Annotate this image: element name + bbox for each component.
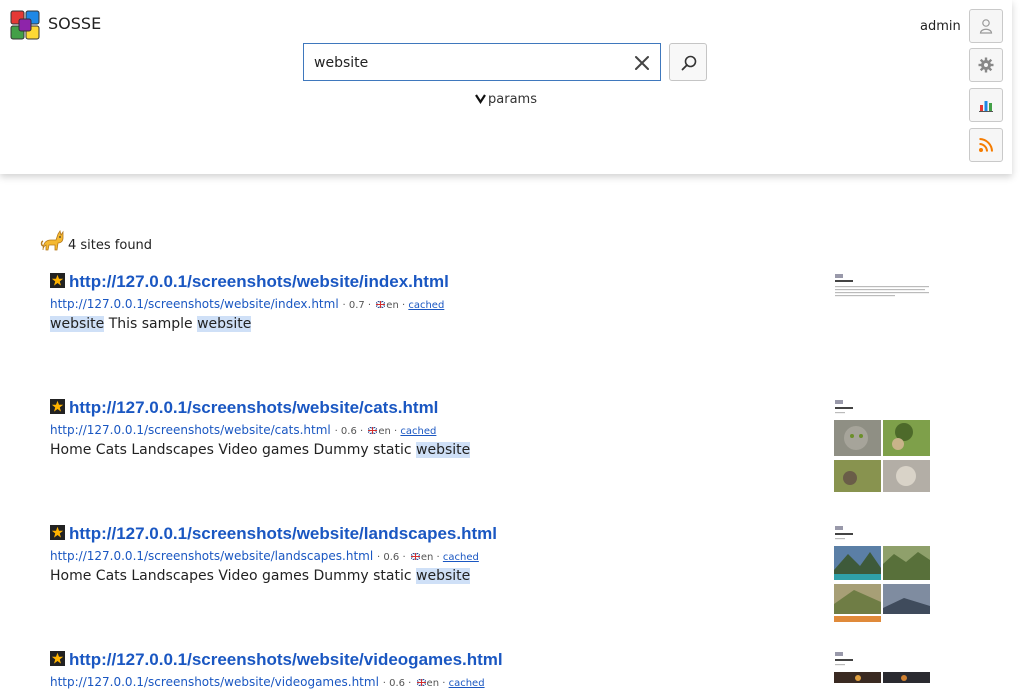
cats-page-thumbnail — [834, 398, 930, 494]
cached-link[interactable]: cached — [408, 300, 444, 311]
cached-link[interactable]: cached — [400, 426, 436, 437]
cached-link[interactable]: cached — [443, 552, 479, 563]
rss-icon — [979, 138, 993, 152]
page-thumbnail — [834, 272, 930, 310]
result-snippet: Home Cats Landscapes Video games Dummy s… — [50, 442, 950, 458]
results-summary: 4 sites found — [40, 228, 152, 253]
result-meta: http://127.0.0.1/screenshots/website/cat… — [50, 423, 437, 437]
result-meta: http://127.0.0.1/screenshots/website/vid… — [50, 675, 485, 689]
result-meta: http://127.0.0.1/screenshots/website/ind… — [50, 297, 445, 311]
result-url-link[interactable]: http://127.0.0.1/screenshots/website/ind… — [50, 297, 339, 311]
snippet-highlight: website — [416, 568, 471, 584]
sosse-logo-icon[interactable] — [8, 8, 42, 42]
result-screenshot-thumbnail[interactable] — [834, 524, 930, 622]
result-score: 0.6 — [383, 552, 400, 563]
uk-flag-icon — [376, 301, 386, 308]
user-name: admin — [920, 19, 961, 34]
user-icon — [979, 19, 993, 34]
stats-button[interactable] — [969, 88, 1003, 122]
result-screenshot-thumbnail[interactable] — [834, 650, 930, 683]
clear-search-button[interactable] — [632, 53, 652, 73]
result-title-link[interactable]: http://127.0.0.1/screenshots/website/lan… — [69, 524, 497, 543]
snippet-text: This sample — [104, 316, 198, 332]
snippet-highlight: website — [197, 316, 252, 332]
result-item: http://127.0.0.1/screenshots/website/lan… — [50, 524, 950, 584]
result-lang: en — [378, 426, 391, 437]
result-url-link[interactable]: http://127.0.0.1/screenshots/website/cat… — [50, 423, 331, 437]
result-title-link[interactable]: http://127.0.0.1/screenshots/website/vid… — [69, 650, 503, 669]
result-score: 0.7 — [348, 300, 365, 311]
cached-link[interactable]: cached — [449, 678, 485, 689]
uk-flag-icon — [368, 427, 378, 434]
snippet-text: Home Cats Landscapes Video games Dummy s… — [50, 442, 417, 458]
params-toggle[interactable]: params — [475, 92, 537, 107]
result-item: http://127.0.0.1/screenshots/website/ind… — [50, 272, 950, 332]
result-score: 0.6 — [389, 678, 405, 689]
snippet-text: Home Cats Landscapes Video games Dummy s… — [50, 568, 417, 584]
result-screenshot-thumbnail[interactable] — [834, 398, 930, 494]
result-meta: http://127.0.0.1/screenshots/website/lan… — [50, 549, 479, 563]
star-favicon-icon — [50, 525, 65, 540]
star-favicon-icon — [50, 399, 65, 414]
search-box[interactable] — [303, 43, 661, 81]
result-url-link[interactable]: http://127.0.0.1/screenshots/website/lan… — [50, 549, 373, 563]
result-lang: en — [386, 300, 399, 311]
params-label: params — [488, 92, 537, 107]
result-url-link[interactable]: http://127.0.0.1/screenshots/website/vid… — [50, 675, 379, 689]
result-snippet: Home Cats Landscapes Video games Dummy s… — [50, 568, 950, 584]
user-button[interactable] — [969, 9, 1003, 43]
search-icon — [681, 55, 697, 71]
videogames-page-thumbnail — [834, 650, 930, 683]
result-lang: en — [426, 678, 440, 689]
gear-icon — [978, 57, 994, 73]
star-favicon-icon — [50, 273, 65, 288]
close-icon — [635, 56, 649, 70]
result-lang: en — [420, 552, 434, 563]
snippet-highlight: website — [416, 442, 471, 458]
results-count: 4 sites found — [68, 238, 153, 253]
settings-button[interactable] — [969, 48, 1003, 82]
rss-button[interactable] — [969, 128, 1003, 162]
result-score: 0.6 — [340, 426, 357, 437]
search-button[interactable] — [669, 43, 707, 81]
search-input[interactable] — [314, 52, 614, 74]
result-title-link[interactable]: http://127.0.0.1/screenshots/website/ind… — [69, 272, 449, 291]
result-title-link[interactable]: http://127.0.0.1/screenshots/website/cat… — [69, 398, 438, 417]
cat-icon — [40, 230, 64, 251]
chevron-down-icon — [475, 93, 486, 104]
snippet-highlight: website — [50, 316, 105, 332]
uk-flag-icon — [410, 553, 420, 560]
result-screenshot-thumbnail[interactable] — [834, 272, 930, 310]
app-title[interactable]: SOSSE — [48, 14, 101, 33]
result-item: http://127.0.0.1/screenshots/website/cat… — [50, 398, 950, 458]
result-snippet: website This sample website — [50, 316, 950, 332]
bar-chart-icon — [979, 101, 993, 112]
result-item: http://127.0.0.1/screenshots/website/vid… — [50, 650, 950, 689]
landscapes-page-thumbnail — [834, 524, 930, 622]
top-header: SOSSE params admin — [0, 0, 1012, 174]
star-favicon-icon — [50, 651, 65, 666]
